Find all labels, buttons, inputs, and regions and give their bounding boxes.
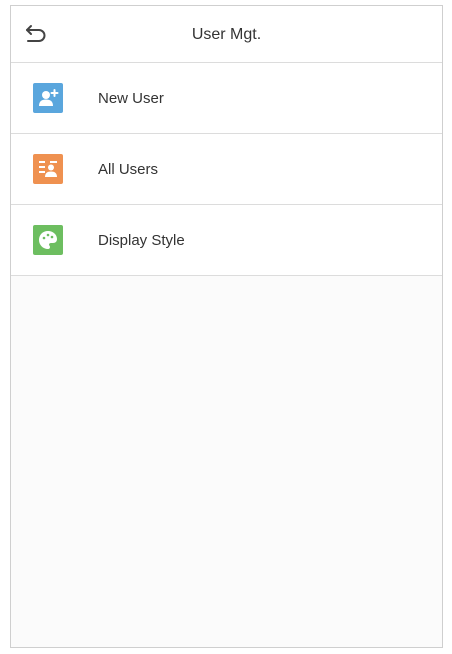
page-title: User Mgt. — [191, 26, 262, 43]
menu-item-label: Display Style — [98, 232, 185, 249]
menu-item-label: New User — [98, 90, 164, 107]
menu-item-label: All Users — [98, 161, 159, 178]
header-bar: User Mgt. — [11, 6, 442, 63]
user-mgt-screen: User Mgt. New User All Users Display Sty… — [10, 5, 443, 648]
menu-item-all-users[interactable]: All Users — [11, 134, 442, 205]
menu-item-display-style[interactable]: Display Style — [11, 205, 442, 276]
palette-icon — [33, 225, 63, 255]
menu-item-new-user[interactable]: New User — [11, 63, 442, 134]
add-user-icon — [33, 83, 63, 113]
user-list-icon — [33, 154, 63, 184]
